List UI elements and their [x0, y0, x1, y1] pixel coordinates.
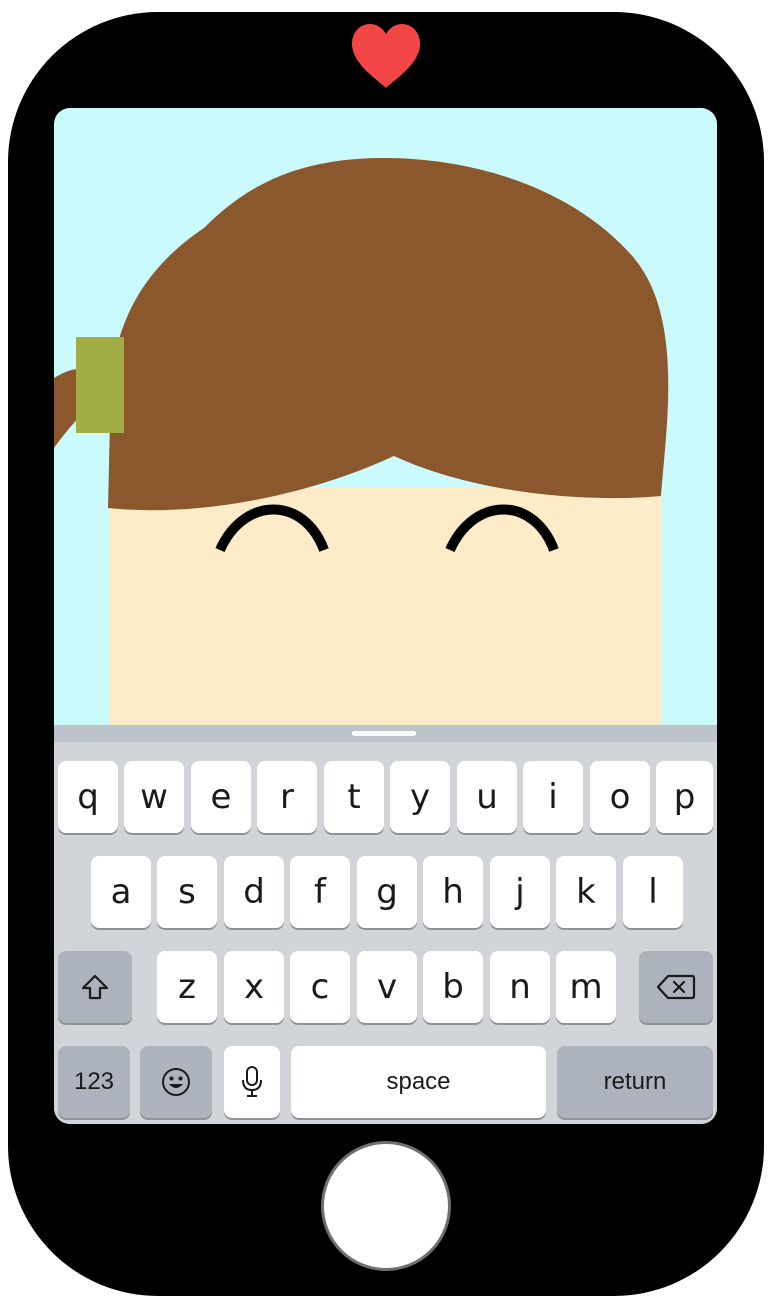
avatar-scene: [54, 158, 669, 728]
return-key[interactable]: return: [557, 1046, 713, 1118]
key-p[interactable]: p: [656, 761, 713, 833]
shift-icon: [81, 974, 109, 1000]
key-r[interactable]: r: [257, 761, 317, 833]
shift-key[interactable]: [58, 951, 132, 1023]
key-c[interactable]: c: [290, 951, 350, 1023]
hair-clip: [76, 337, 124, 433]
key-q[interactable]: q: [58, 761, 118, 833]
return-key-label: return: [603, 1068, 667, 1095]
key-l[interactable]: l: [623, 856, 683, 928]
key-g[interactable]: g: [357, 856, 417, 928]
phone-screen: q w e r t y u i o p a s d f g h j k l z …: [54, 108, 717, 1124]
microphone-icon: [242, 1066, 262, 1097]
key-n[interactable]: n: [490, 951, 550, 1023]
key-w[interactable]: w: [124, 761, 184, 833]
key-u[interactable]: u: [457, 761, 517, 833]
keyboard-grabber[interactable]: [352, 731, 416, 736]
key-e[interactable]: e: [191, 761, 251, 833]
key-i[interactable]: i: [523, 761, 583, 833]
home-button[interactable]: [321, 1141, 451, 1271]
onscreen-keyboard: q w e r t y u i o p a s d f g h j k l z …: [54, 725, 717, 1124]
microphone-key[interactable]: [224, 1046, 280, 1118]
keyboard-top-bar: [54, 725, 717, 742]
key-b[interactable]: b: [423, 951, 483, 1023]
space-key-label: space: [386, 1068, 451, 1095]
numbers-key[interactable]: 123: [58, 1046, 130, 1118]
backspace-key[interactable]: [639, 951, 713, 1023]
key-d[interactable]: d: [224, 856, 284, 928]
hair: [108, 158, 669, 511]
emoji-icon: [162, 1068, 190, 1096]
space-key[interactable]: space: [291, 1046, 546, 1118]
key-t[interactable]: t: [324, 761, 384, 833]
key-a[interactable]: a: [91, 856, 151, 928]
key-y[interactable]: y: [390, 761, 450, 833]
face: [110, 488, 661, 728]
key-k[interactable]: k: [556, 856, 616, 928]
key-h[interactable]: h: [423, 856, 483, 928]
backspace-icon: [656, 974, 696, 1000]
key-j[interactable]: j: [490, 856, 550, 928]
heart-icon: [352, 24, 420, 88]
key-x[interactable]: x: [224, 951, 284, 1023]
emoji-key[interactable]: [140, 1046, 212, 1118]
key-f[interactable]: f: [290, 856, 350, 928]
key-v[interactable]: v: [357, 951, 417, 1023]
numbers-key-label: 123: [73, 1068, 115, 1095]
key-z[interactable]: z: [157, 951, 217, 1023]
key-m[interactable]: m: [556, 951, 616, 1023]
key-o[interactable]: o: [590, 761, 650, 833]
key-s[interactable]: s: [157, 856, 217, 928]
